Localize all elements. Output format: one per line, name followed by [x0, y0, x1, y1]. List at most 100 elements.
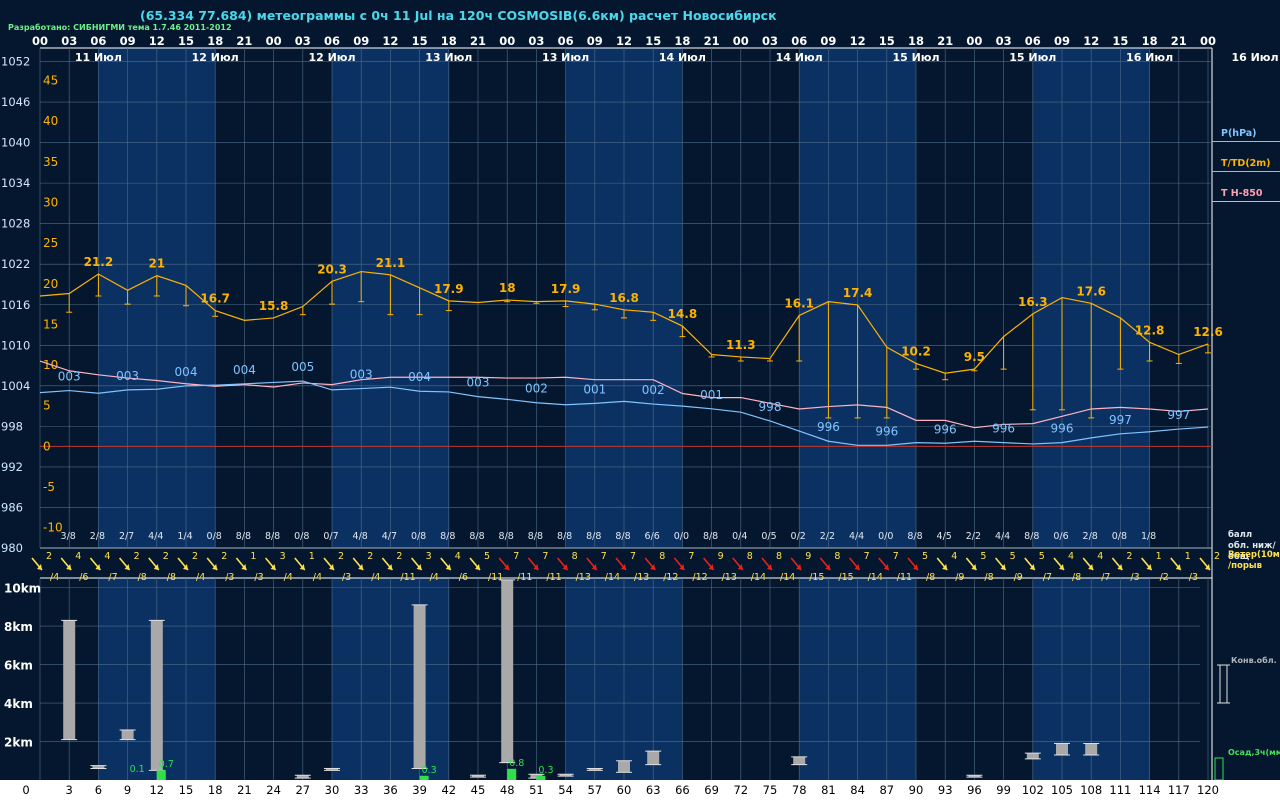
temperature-value-label: 16.3 [1018, 295, 1048, 309]
cloud-cover-value: 8/8 [907, 531, 922, 542]
cloud-cover-value: 0/6 [1053, 531, 1068, 542]
temperature-tick-label: 5 [43, 399, 51, 413]
temperature-tick-label: 0 [43, 439, 51, 453]
wind-speed: 1 [309, 551, 315, 562]
forecast-hour-label: 54 [558, 783, 573, 797]
forecast-hour-label: 90 [909, 783, 924, 797]
cloud-cover-value: 0/8 [1112, 531, 1127, 542]
legend-temperature: T/TD(2m) [1221, 158, 1271, 169]
altitude-tick-label: 4km [4, 697, 33, 711]
pressure-tick-label: 986 [1, 500, 23, 514]
wind-speed: 9 [718, 551, 724, 562]
pressure-value-label: 002 [525, 382, 548, 396]
day-label: 16 Июл [1126, 51, 1173, 64]
cloud-cover-value: 8/8 [615, 531, 630, 542]
cloud-cover-value: 0/2 [791, 531, 806, 542]
wind-gust: /3 [225, 572, 234, 583]
wind-gust: /11 [546, 572, 561, 583]
day-label: 15 Июл [1009, 51, 1056, 64]
convective-cloud-bar [1026, 753, 1039, 759]
wind-gust: /8 [926, 572, 935, 583]
hour-label: 09 [1054, 34, 1070, 48]
pressure-value-label: 004 [175, 365, 198, 379]
wind-gust: /7 [1043, 572, 1052, 583]
wind-speed: 4 [1097, 551, 1103, 562]
wind-gust: /11 [897, 572, 912, 583]
day-label: 11 Июл [75, 51, 122, 64]
temperature-value-label: 16.1 [784, 296, 814, 310]
wind-gust: /6 [459, 572, 468, 583]
convective-cloud-bar [121, 729, 134, 740]
wind-speed: 4 [951, 551, 957, 562]
forecast-hour-label: 84 [850, 783, 865, 797]
cloud-cover-value: 4/4 [849, 531, 864, 542]
wind-gust: /13 [722, 572, 737, 583]
convective-cloud-bar [501, 579, 514, 763]
precip-bar [507, 768, 517, 780]
temperature-tick-label: 25 [43, 236, 58, 250]
temperature-value-label: 16.7 [200, 292, 230, 306]
pressure-value-label: 997 [1109, 413, 1132, 427]
pressure-value-label: 996 [1051, 422, 1074, 436]
wind-gust: /11 [400, 572, 415, 583]
hour-label: 12 [382, 34, 398, 48]
hour-label: 15 [412, 34, 428, 48]
wind-speed: 7 [601, 551, 607, 562]
hour-label: 12 [616, 34, 632, 48]
hour-label: 03 [762, 34, 778, 48]
pressure-value-label: 996 [992, 422, 1015, 436]
temperature-value-label: 14.8 [668, 307, 698, 321]
wind-speed: 7 [688, 551, 694, 562]
pressure-value-label: 004 [233, 363, 256, 377]
pressure-value-label: 003 [467, 376, 490, 390]
cloud-cover-value: 8/8 [703, 531, 718, 542]
pressure-value-label: 003 [350, 368, 373, 382]
hour-label: 21 [704, 34, 720, 48]
forecast-hour-label: 33 [354, 783, 369, 797]
wind-speed: 9 [805, 551, 811, 562]
hour-label: 12 [850, 34, 866, 48]
temperature-value-label: 21 [148, 257, 165, 271]
wind-speed: 8 [572, 551, 578, 562]
wind-gust: /14 [605, 572, 620, 583]
wind-speed: 2 [46, 551, 52, 562]
pressure-tick-label: 1016 [1, 298, 30, 312]
hour-label: 03 [528, 34, 544, 48]
legend-precip-glyph [1214, 757, 1224, 781]
forecast-hour-label: 69 [704, 783, 719, 797]
hour-label: 06 [791, 34, 807, 48]
hour-label: 18 [207, 34, 223, 48]
wind-gust: /12 [692, 572, 707, 583]
wind-speed: 5 [1010, 551, 1016, 562]
wind-speed: 2 [192, 551, 198, 562]
pressure-value-label: 997 [1167, 408, 1190, 422]
wind-gust: /15 [809, 572, 824, 583]
pressure-tick-label: 1034 [1, 176, 30, 190]
wind-speed: 2 [367, 551, 373, 562]
cloud-cover-value: 3/8 [61, 531, 76, 542]
wind-gust: /4 [430, 572, 439, 583]
wind-speed: 2 [396, 551, 402, 562]
precip-bar [419, 775, 429, 780]
wind-speed: 1 [250, 551, 256, 562]
forecast-hour-label: 78 [792, 783, 807, 797]
cloud-cover-value: 0/5 [761, 531, 776, 542]
wind-speed: 4 [104, 551, 110, 562]
altitude-tick-label: 10km [4, 582, 41, 596]
pressure-value-label: 996 [875, 424, 898, 438]
convective-cloud-bar [618, 760, 630, 773]
wind-gust: /3 [1130, 572, 1139, 583]
wind-gust: /7 [1101, 572, 1110, 583]
forecast-hour-label: 75 [763, 783, 778, 797]
temperature-value-label: 18 [499, 281, 516, 295]
wind-gust: /9 [955, 572, 964, 583]
forecast-hour-label: 111 [1109, 783, 1131, 797]
wind-speed: 2 [1214, 551, 1220, 562]
temperature-value-label: 20.3 [317, 262, 347, 276]
wind-gust: /8 [138, 572, 147, 583]
wind-gust: /3 [342, 572, 351, 583]
wind-speed: 2 [1126, 551, 1132, 562]
convective-cloud-bar [413, 604, 426, 769]
cloud-cover-value: 8/8 [236, 531, 251, 542]
day-label: 16 Июл [1231, 51, 1278, 64]
